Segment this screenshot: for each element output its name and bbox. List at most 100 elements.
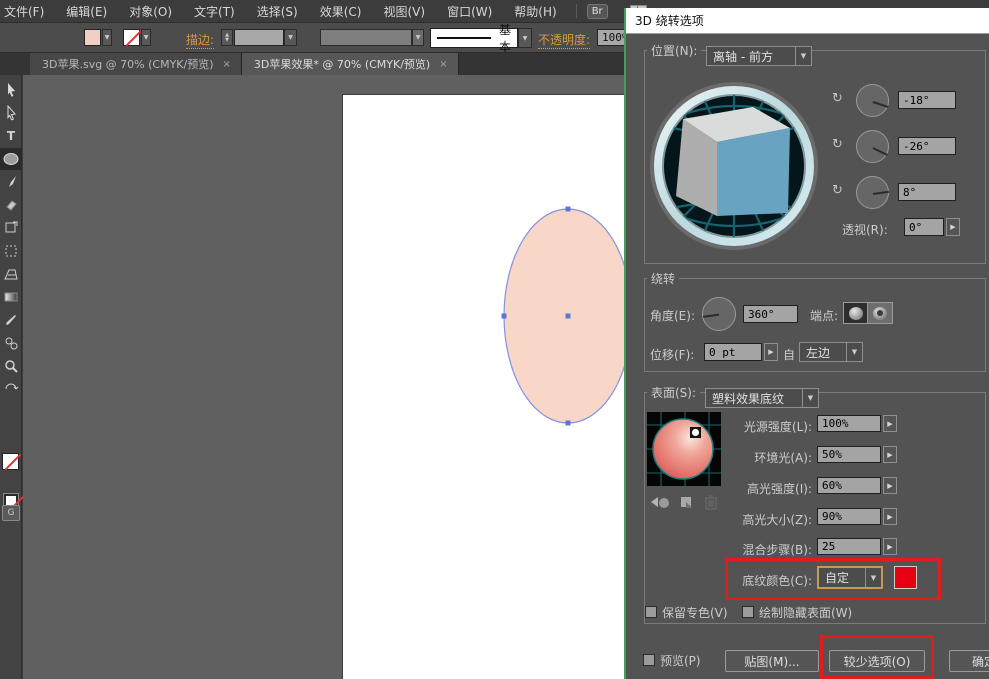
fill-dropdown-icon[interactable]: ▼ — [102, 29, 112, 46]
type-tool[interactable]: T — [0, 125, 22, 147]
direct-selection-tool[interactable] — [0, 102, 22, 124]
tab-2-close-icon[interactable]: × — [439, 59, 447, 70]
surface-caret-icon[interactable]: ▼ — [802, 389, 818, 407]
perspective-label: 透视(R): — [842, 221, 888, 238]
angle-field[interactable]: 360° — [743, 305, 798, 323]
bridge-button[interactable]: Br — [587, 4, 608, 19]
cap-solid-button[interactable] — [843, 302, 868, 324]
cap-hollow-button[interactable] — [868, 302, 893, 324]
blend-steps-spinner-icon[interactable]: ▶ — [883, 538, 897, 555]
stroke-dropdown-icon[interactable]: ▼ — [141, 29, 151, 46]
rotate-x-field[interactable]: -18° — [898, 91, 956, 109]
dialog-title-bar[interactable]: 3D 绕转选项 — [626, 8, 989, 34]
anchor-left[interactable] — [502, 314, 507, 319]
rotate-z-field[interactable]: 8° — [898, 183, 956, 201]
gradient-tool[interactable] — [0, 286, 22, 308]
shading-color-swatch[interactable] — [894, 566, 917, 589]
ambient-light-field[interactable]: 50% — [817, 446, 881, 463]
menu-select[interactable]: 选择(S) — [246, 3, 309, 20]
cap-solid-icon — [849, 307, 863, 320]
offset-from-caret-icon[interactable]: ▼ — [846, 343, 862, 361]
map-art-button[interactable]: 贴图(M)... — [725, 650, 819, 672]
fewer-options-button[interactable]: 较少选项(O) — [829, 650, 925, 672]
menu-type[interactable]: 文字(T) — [183, 3, 246, 20]
brush-stroke-preview — [437, 37, 491, 39]
eyedropper-tool[interactable] — [0, 309, 22, 331]
rotate-y-field[interactable]: -26° — [898, 137, 956, 155]
opacity-label[interactable]: 不透明度: — [538, 31, 590, 49]
highlight-intensity-label: 高光强度(I): — [686, 480, 812, 497]
brush-definition-dropdown-icon[interactable]: ▼ — [518, 28, 532, 48]
shading-color-dropdown[interactable]: 自定 ▼ — [817, 566, 883, 589]
draw-hidden-faces-checkbox[interactable] — [742, 606, 754, 618]
highlight-intensity-spinner-icon[interactable]: ▶ — [883, 477, 897, 494]
fill-color-swatch[interactable] — [84, 29, 101, 46]
stroke-weight-field[interactable] — [234, 29, 284, 46]
fill-none-swatch[interactable] — [2, 453, 19, 470]
menu-file[interactable]: 文件(F) — [0, 3, 55, 20]
surface-dropdown[interactable]: 塑料效果底纹 ▼ — [705, 388, 819, 408]
preserve-spot-checkbox[interactable] — [645, 606, 657, 618]
anchor-bottom[interactable] — [566, 421, 571, 426]
perspective-grid-tool[interactable] — [0, 263, 22, 285]
move-light-to-back-icon[interactable] — [650, 494, 672, 510]
document-tab-1[interactable]: 3D苹果.svg @ 70% (CMYK/预览) × — [30, 53, 242, 75]
3d-trackball-widget[interactable] — [648, 78, 820, 250]
zoom-tool[interactable] — [0, 355, 22, 377]
ellipse-tool[interactable] — [0, 148, 22, 170]
preview-checkbox[interactable] — [643, 654, 655, 666]
anchor-top[interactable] — [566, 207, 571, 212]
light-intensity-spinner-icon[interactable]: ▶ — [883, 415, 897, 432]
trackball-cube[interactable] — [676, 107, 790, 216]
rotate-y-dial[interactable] — [856, 130, 889, 163]
position-label: 位置(N): — [651, 42, 697, 59]
blend-tool[interactable] — [0, 332, 22, 354]
angle-label: 角度(E): — [650, 307, 695, 324]
document-tab-2[interactable]: 3D苹果效果* @ 70% (CMYK/预览) × — [242, 53, 459, 75]
menu-effect[interactable]: 效果(C) — [309, 3, 373, 20]
ok-button[interactable]: 确定 — [949, 650, 989, 672]
tab-bar-spacer — [0, 53, 30, 75]
brush-definition-field[interactable]: 基本 — [430, 28, 518, 48]
canvas-area[interactable] — [23, 75, 624, 679]
ambient-light-spinner-icon[interactable]: ▶ — [883, 446, 897, 463]
position-dropdown[interactable]: 离轴 - 前方 ▼ — [706, 46, 812, 66]
selection-tool[interactable] — [0, 79, 22, 101]
offset-from-dropdown[interactable]: 左边 ▼ — [799, 342, 863, 362]
highlight-size-spinner-icon[interactable]: ▶ — [883, 508, 897, 525]
blend-steps-field[interactable]: 25 — [817, 538, 881, 555]
tab-1-close-icon[interactable]: × — [223, 59, 231, 70]
perspective-field[interactable]: 0° — [904, 218, 944, 236]
variable-width-profile-field[interactable] — [320, 29, 412, 46]
hand-tool[interactable] — [0, 378, 22, 400]
offset-field[interactable]: 0 pt — [704, 343, 762, 361]
perspective-spinner-icon[interactable]: ▶ — [946, 218, 960, 236]
variable-width-dropdown-icon[interactable]: ▼ — [412, 29, 424, 46]
shading-color-caret-icon[interactable]: ▼ — [865, 568, 881, 587]
stroke-weight-dropdown-icon[interactable]: ▼ — [284, 29, 297, 46]
menu-edit[interactable]: 编辑(E) — [55, 3, 118, 20]
highlight-size-field[interactable]: 90% — [817, 508, 881, 525]
screen-mode-button[interactable]: G — [2, 505, 20, 521]
angle-dial[interactable] — [702, 297, 736, 331]
anchor-center[interactable] — [566, 314, 571, 319]
menu-window[interactable]: 窗口(W) — [436, 3, 503, 20]
rotate-z-dial[interactable] — [856, 176, 889, 209]
selected-ellipse-shape[interactable] — [23, 75, 624, 679]
paintbrush-tool[interactable] — [0, 171, 22, 193]
rotate-y-icon: ↻ — [832, 137, 843, 152]
stroke-color-swatch[interactable] — [123, 29, 140, 46]
artboard-tool[interactable] — [0, 217, 22, 239]
rotate-x-dial[interactable] — [856, 84, 889, 117]
highlight-intensity-field[interactable]: 60% — [817, 477, 881, 494]
free-transform-tool[interactable] — [0, 240, 22, 262]
menu-object[interactable]: 对象(O) — [118, 3, 183, 20]
stroke-weight-stepper[interactable]: ▲▼ — [221, 29, 233, 46]
offset-spinner-icon[interactable]: ▶ — [764, 343, 778, 361]
menu-view[interactable]: 视图(V) — [372, 3, 436, 20]
eraser-tool[interactable] — [0, 194, 22, 216]
menu-help[interactable]: 帮助(H) — [503, 3, 567, 20]
light-intensity-field[interactable]: 100% — [817, 415, 881, 432]
position-dropdown-caret-icon[interactable]: ▼ — [795, 47, 811, 65]
stroke-weight-label[interactable]: 描边: — [186, 31, 214, 49]
